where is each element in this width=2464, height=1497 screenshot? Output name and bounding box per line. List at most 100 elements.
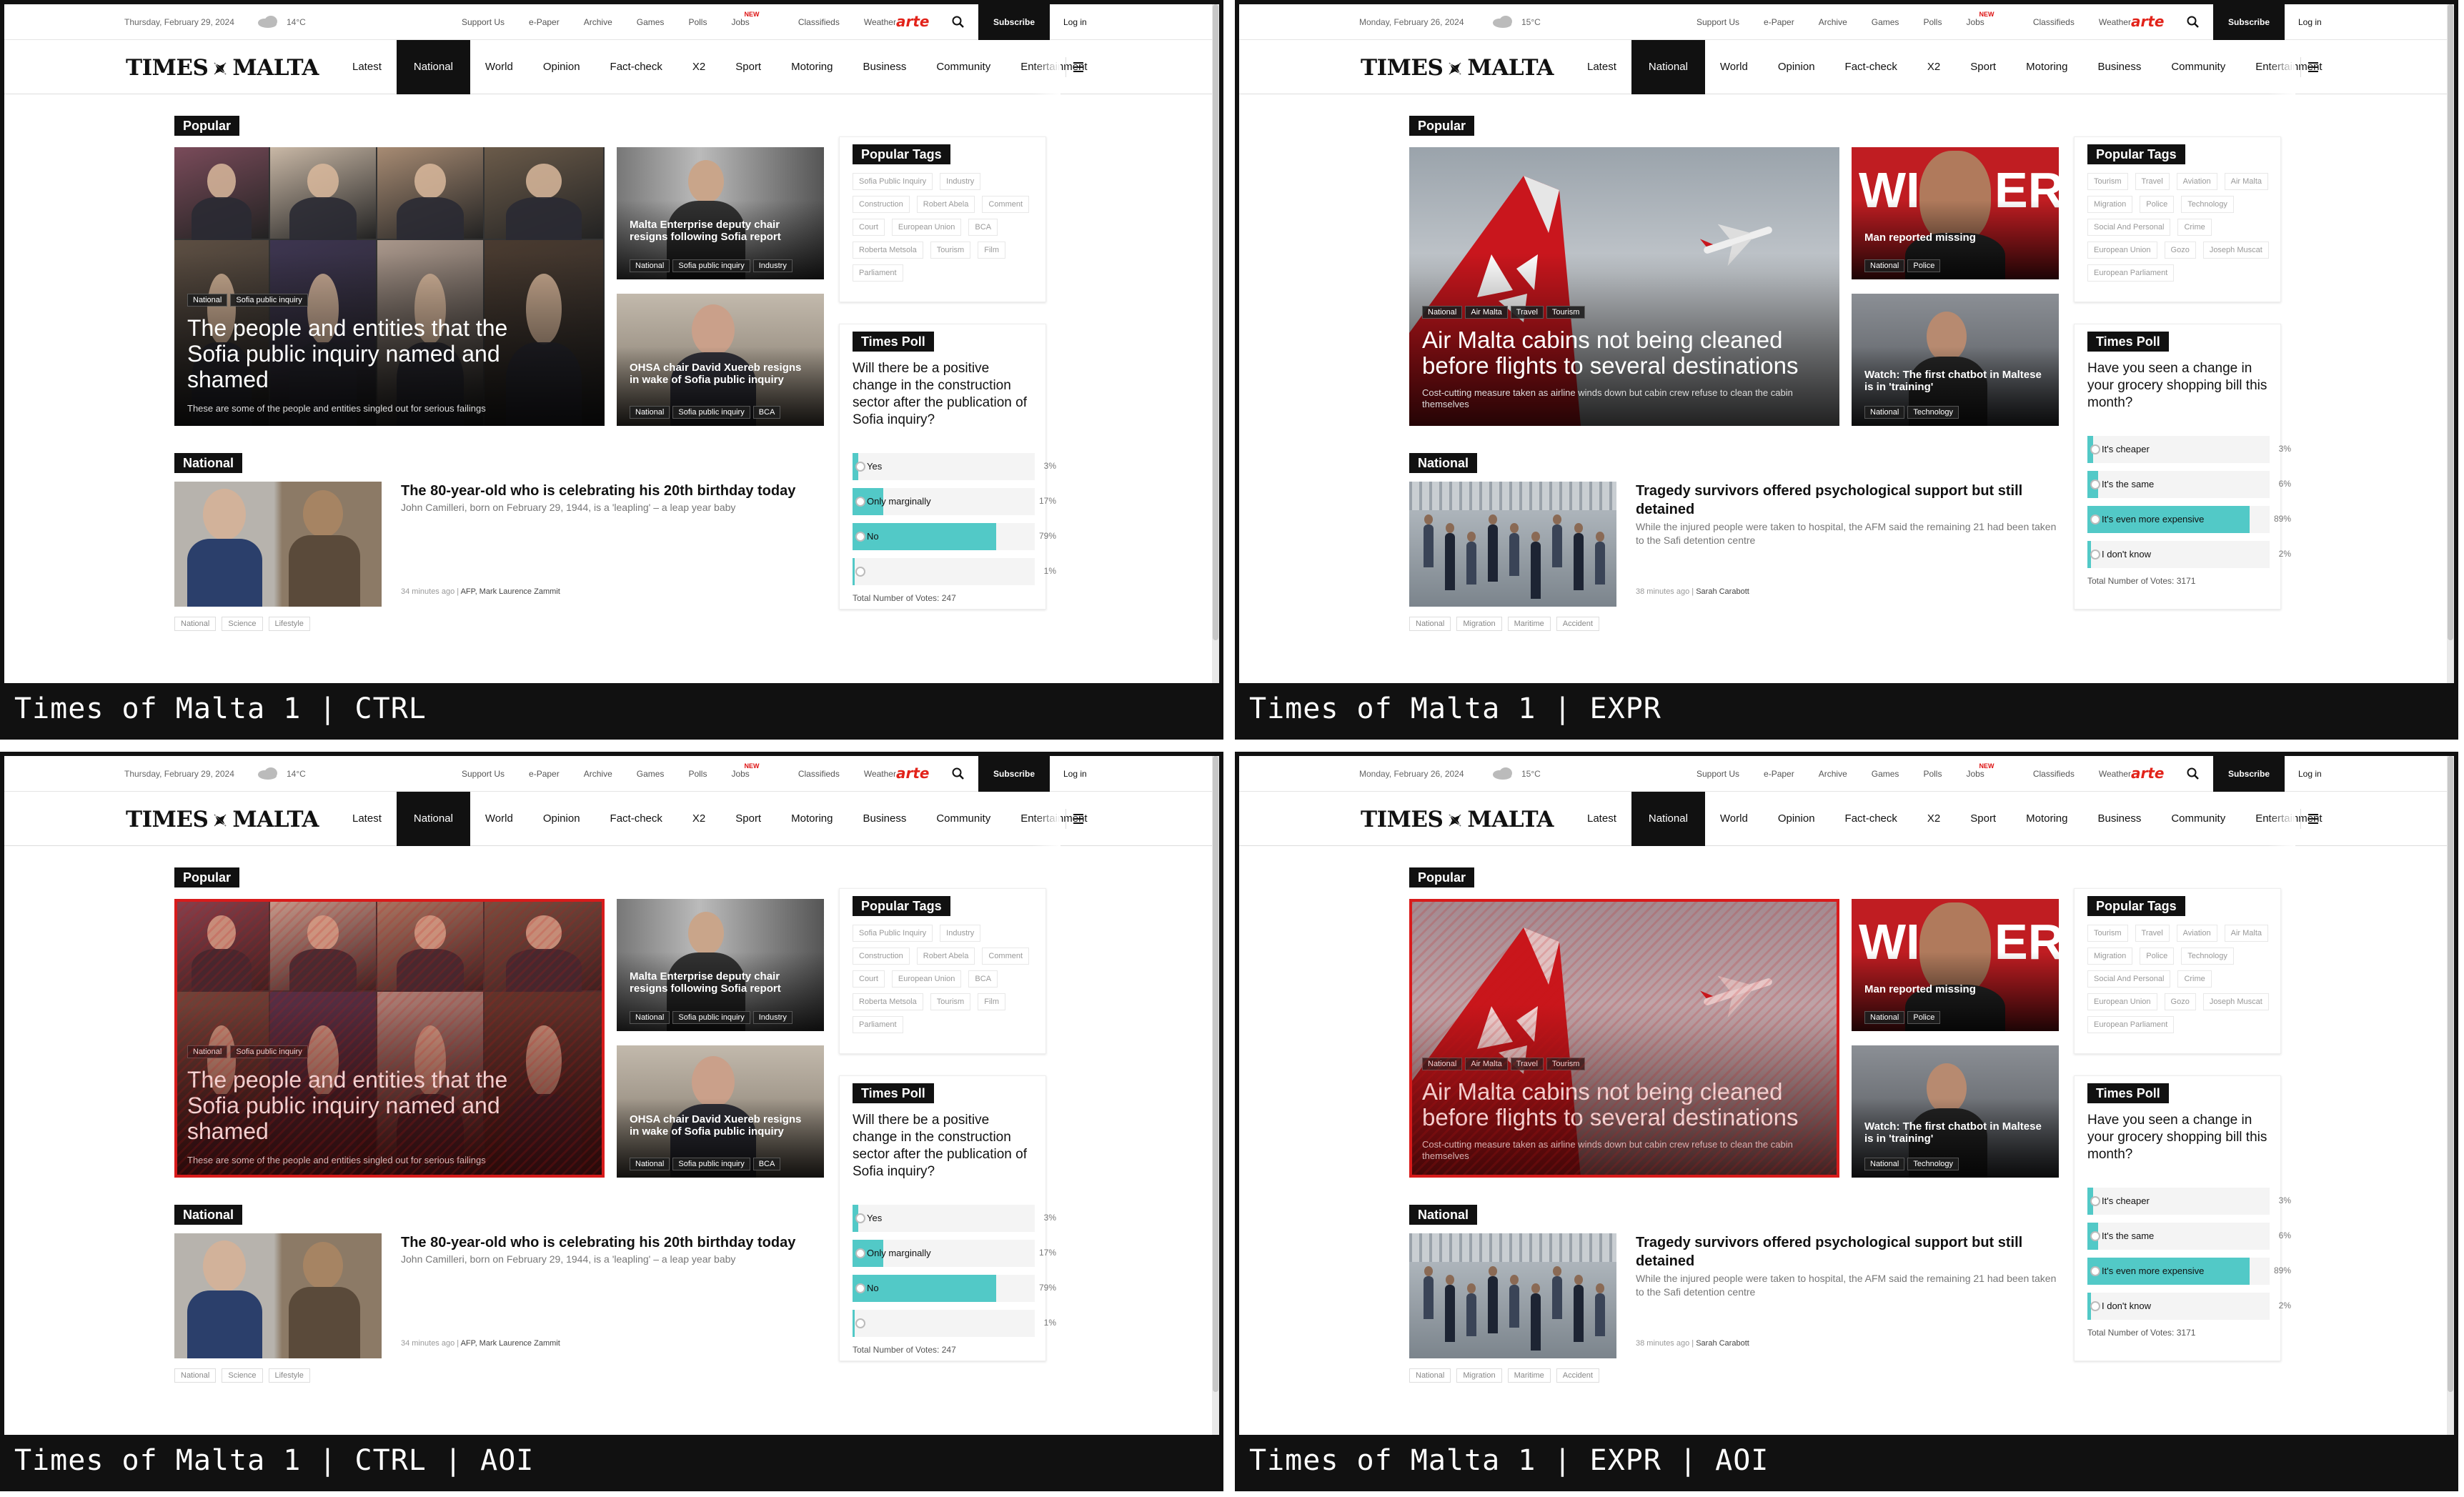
side-tag[interactable]: Police: [1907, 259, 1941, 272]
article-tag[interactable]: Science: [222, 1368, 263, 1383]
scrollbar[interactable]: [2447, 756, 2454, 1435]
archive-link[interactable]: Archive: [1819, 769, 1847, 779]
classifieds-link[interactable]: Classifieds: [798, 769, 840, 779]
popular-tag[interactable]: Tourism: [930, 993, 971, 1010]
nav-x2[interactable]: X2: [677, 792, 720, 846]
nav-community[interactable]: Community: [2156, 792, 2240, 846]
weather-link[interactable]: Weather: [2099, 769, 2131, 779]
popular-tag[interactable]: Tourism: [2087, 925, 2128, 942]
popular-tag[interactable]: Comment: [982, 196, 1030, 213]
poll-option[interactable]: Yes 3%: [853, 453, 1056, 480]
nav-business[interactable]: Business: [2082, 40, 2156, 94]
side-tag[interactable]: Technology: [1907, 1158, 1959, 1170]
epaper-link[interactable]: e-Paper: [1764, 17, 1794, 27]
side-tag[interactable]: Sofia public inquiry: [672, 406, 750, 419]
side-tag[interactable]: Sofia public inquiry: [672, 259, 750, 272]
poll-option[interactable]: I don't know 2%: [2087, 1293, 2291, 1320]
nav-business[interactable]: Business: [2082, 792, 2156, 846]
games-link[interactable]: Games: [637, 17, 665, 27]
login-link[interactable]: Log in: [1063, 769, 1087, 779]
nav-national[interactable]: National: [1631, 792, 1705, 846]
nav-motoring[interactable]: Motoring: [776, 792, 848, 846]
article-tag[interactable]: Lifestyle: [268, 617, 310, 631]
nav-community[interactable]: Community: [2156, 40, 2240, 94]
side-tag[interactable]: National: [1864, 259, 1905, 272]
site-logo[interactable]: TIMES MALTA: [1361, 807, 1554, 832]
side-tag[interactable]: Industry: [752, 259, 793, 272]
popular-tag[interactable]: Joseph Muscat: [2202, 993, 2269, 1010]
jobs-link[interactable]: Jobs NEW: [1966, 762, 2008, 779]
popular-tag[interactable]: Aviation: [2176, 173, 2217, 190]
search-icon[interactable]: [951, 15, 965, 29]
polls-link[interactable]: Polls: [688, 769, 707, 779]
archive-link[interactable]: Archive: [584, 17, 612, 27]
nav-world[interactable]: World: [1705, 40, 1763, 94]
popular-tag[interactable]: Parliament: [853, 264, 903, 282]
popular-tag[interactable]: Parliament: [853, 1016, 903, 1033]
classifieds-link[interactable]: Classifieds: [798, 17, 840, 27]
radio-icon[interactable]: [855, 567, 865, 577]
hamburger-menu-icon[interactable]: [2300, 809, 2319, 829]
nav-sport[interactable]: Sport: [720, 40, 776, 94]
popular-tag[interactable]: Technology: [2181, 948, 2234, 965]
article-tag[interactable]: National: [174, 617, 217, 631]
side-tag[interactable]: National: [630, 406, 670, 419]
popular-tag[interactable]: Crime: [2177, 219, 2212, 236]
arte-logo[interactable]: arte: [896, 765, 929, 782]
site-logo[interactable]: TIMES MALTA: [126, 807, 319, 832]
popular-tag[interactable]: BCA: [968, 970, 998, 988]
nav-national[interactable]: National: [396, 792, 470, 846]
popular-tag[interactable]: Construction: [853, 196, 910, 213]
popular-tag[interactable]: Gozo: [2164, 242, 2196, 259]
popular-tag[interactable]: European Union: [891, 219, 962, 236]
weather-link[interactable]: Weather: [864, 17, 896, 27]
hamburger-menu-icon[interactable]: [1065, 57, 1084, 77]
article-tag[interactable]: Science: [222, 617, 263, 631]
popular-tag[interactable]: Tourism: [2087, 173, 2128, 190]
national-article-title[interactable]: The 80-year-old who is celebrating his 2…: [401, 1233, 830, 1252]
nav-opinion[interactable]: Opinion: [1763, 40, 1830, 94]
popular-tag[interactable]: Sofia Public Inquiry: [853, 173, 933, 190]
side-article-2[interactable]: Watch: The first chatbot in Maltese is i…: [1852, 1045, 2059, 1178]
nav-business[interactable]: Business: [848, 40, 921, 94]
side-tag[interactable]: National: [1864, 1011, 1905, 1024]
radio-icon[interactable]: [2090, 444, 2100, 454]
popular-tag[interactable]: Crime: [2177, 970, 2212, 988]
search-icon[interactable]: [2186, 15, 2200, 29]
hamburger-menu-icon[interactable]: [2300, 57, 2319, 77]
radio-icon[interactable]: [2090, 1196, 2100, 1206]
epaper-link[interactable]: e-Paper: [529, 769, 560, 779]
popular-tag[interactable]: Industry: [940, 173, 981, 190]
radio-icon[interactable]: [855, 1248, 865, 1258]
popular-tag[interactable]: Gozo: [2164, 993, 2196, 1010]
side-article-2[interactable]: OHSA chair David Xuereb resigns in wake …: [617, 294, 824, 426]
support-us-link[interactable]: Support Us: [462, 17, 505, 27]
popular-tag[interactable]: Roberta Metsola: [853, 242, 923, 259]
popular-tag[interactable]: Film: [978, 242, 1006, 259]
popular-tag[interactable]: Air Malta: [2224, 925, 2269, 942]
article-tag[interactable]: National: [174, 1368, 217, 1383]
popular-tag[interactable]: Travel: [2135, 925, 2170, 942]
nav-x2[interactable]: X2: [1912, 40, 1955, 94]
popular-tag[interactable]: Aviation: [2176, 925, 2217, 942]
national-article-image[interactable]: [174, 1233, 382, 1358]
nav-latest[interactable]: Latest: [1572, 40, 1631, 94]
popular-tag[interactable]: Court: [853, 970, 885, 988]
side-article-1[interactable]: WI ER Man reported missing National Police: [1852, 147, 2059, 279]
nav-fact-check[interactable]: Fact-check: [595, 792, 677, 846]
side-tag[interactable]: Police: [1907, 1011, 1941, 1024]
popular-tag[interactable]: European Union: [891, 970, 962, 988]
popular-tag[interactable]: Comment: [982, 948, 1030, 965]
search-icon[interactable]: [2186, 767, 2200, 781]
popular-tag[interactable]: Film: [978, 993, 1006, 1010]
side-tag[interactable]: National: [1864, 1158, 1905, 1170]
article-tag[interactable]: Accident: [1556, 617, 1599, 631]
national-article-image[interactable]: [1409, 482, 1616, 607]
side-article-1[interactable]: Malta Enterprise deputy chair resigns fo…: [617, 147, 824, 279]
radio-icon[interactable]: [2090, 479, 2100, 489]
side-article-1[interactable]: Malta Enterprise deputy chair resigns fo…: [617, 899, 824, 1031]
popular-tag[interactable]: Industry: [940, 925, 981, 942]
nav-fact-check[interactable]: Fact-check: [1830, 40, 1912, 94]
poll-option[interactable]: No 79%: [853, 1275, 1056, 1302]
poll-option[interactable]: It's the same 6%: [2087, 471, 2291, 498]
